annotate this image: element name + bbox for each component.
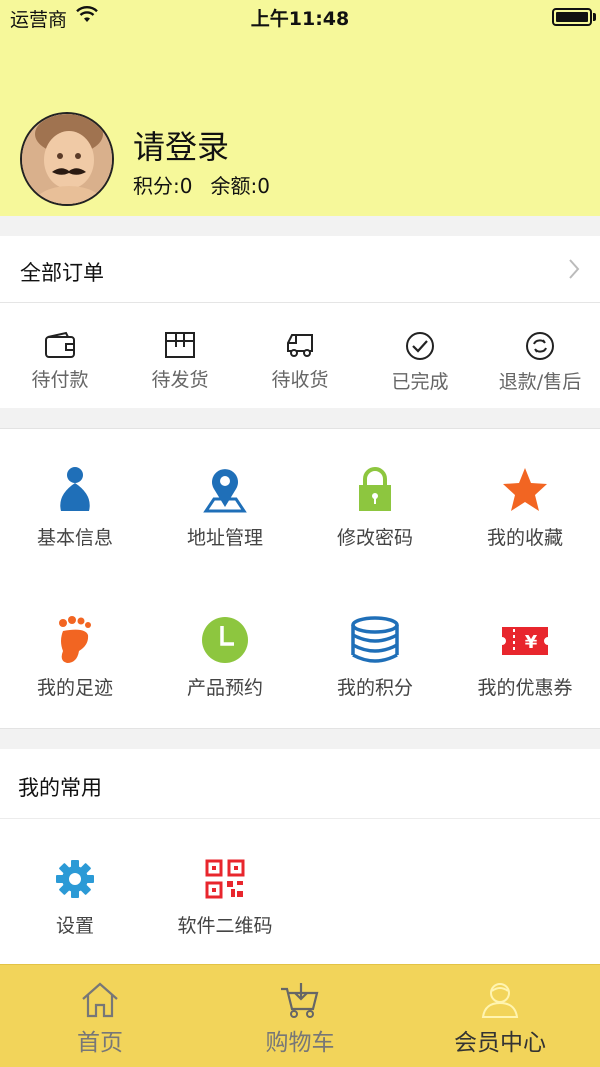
settings-label: 设置 bbox=[55, 915, 94, 937]
footprint-icon bbox=[59, 616, 91, 663]
check-circle-icon bbox=[406, 332, 434, 360]
tab-label: 首页 bbox=[77, 1030, 123, 1056]
common-functions-title: 我的常用 bbox=[18, 776, 102, 800]
cart-icon bbox=[281, 983, 319, 1018]
tool-label: 我的积分 bbox=[336, 677, 413, 699]
order-status-label: 待付款 bbox=[31, 369, 89, 391]
all-orders-row[interactable]: 全部订单 bbox=[0, 236, 600, 303]
common-functions-header: 我的常用 bbox=[0, 749, 600, 819]
tab-cart[interactable]: 购物车 bbox=[200, 981, 400, 1057]
tool-coupons[interactable]: ¥ 我的优惠券 bbox=[450, 615, 600, 725]
truck-icon bbox=[287, 334, 313, 357]
wallet-icon bbox=[45, 331, 75, 358]
chevron-right-icon bbox=[569, 259, 580, 279]
tool-footprints[interactable]: 我的足迹 bbox=[0, 615, 150, 725]
coins-stack-icon bbox=[351, 616, 399, 663]
tool-label: 我的收藏 bbox=[486, 527, 563, 549]
svg-text:¥: ¥ bbox=[525, 632, 538, 653]
order-status-label: 待发货 bbox=[151, 369, 209, 391]
tool-my-points[interactable]: 我的积分 bbox=[300, 615, 450, 725]
points-value: 积分:0 bbox=[133, 174, 193, 198]
battery-icon bbox=[552, 8, 592, 26]
all-orders-label: 全部订单 bbox=[20, 261, 104, 285]
settings-shortcut[interactable]: 设置 bbox=[0, 859, 150, 938]
tab-label: 购物车 bbox=[265, 1030, 335, 1056]
order-pending-payment[interactable]: 待付款 bbox=[0, 331, 120, 391]
member-icon bbox=[481, 983, 519, 1018]
tool-label: 修改密码 bbox=[336, 527, 413, 549]
tab-home[interactable]: 首页 bbox=[0, 981, 200, 1057]
qr-code-icon bbox=[205, 859, 245, 899]
tool-label: 地址管理 bbox=[186, 527, 263, 549]
common-functions-card: 我的常用 设置 软件二维码 bbox=[0, 749, 600, 964]
account-summary: 积分:0 余额:0 bbox=[133, 170, 270, 199]
order-status-label: 退款/售后 bbox=[498, 371, 582, 393]
tool-address-management[interactable]: 地址管理 bbox=[150, 465, 300, 575]
order-status-label: 已完成 bbox=[391, 371, 449, 393]
avatar[interactable] bbox=[20, 112, 114, 206]
tool-favorites[interactable]: 我的收藏 bbox=[450, 465, 600, 575]
tab-member-center[interactable]: 会员中心 bbox=[400, 981, 600, 1057]
app-qr-code-shortcut[interactable]: 软件二维码 bbox=[150, 859, 300, 938]
battery-tip bbox=[593, 13, 596, 21]
location-pin-icon bbox=[203, 469, 247, 513]
avatar-photo bbox=[22, 114, 112, 204]
refund-icon bbox=[526, 332, 554, 360]
tool-label: 产品预约 bbox=[186, 677, 263, 699]
order-completed[interactable]: 已完成 bbox=[360, 331, 480, 393]
tool-basic-info[interactable]: 基本信息 bbox=[0, 465, 150, 575]
tool-label: 基本信息 bbox=[36, 527, 113, 549]
clock-icon bbox=[202, 617, 248, 663]
order-pending-receipt[interactable]: 待收货 bbox=[240, 331, 360, 391]
order-refund[interactable]: 退款/售后 bbox=[480, 331, 600, 393]
qr-code-label: 软件二维码 bbox=[177, 915, 273, 937]
tool-change-password[interactable]: 修改密码 bbox=[300, 465, 450, 575]
star-icon bbox=[503, 468, 547, 511]
order-pending-shipment[interactable]: 待发货 bbox=[120, 331, 240, 391]
balance-value: 余额:0 bbox=[210, 174, 270, 198]
tab-label: 会员中心 bbox=[454, 1030, 546, 1056]
tool-label: 我的优惠券 bbox=[477, 677, 573, 699]
package-icon bbox=[165, 332, 195, 358]
lock-icon bbox=[359, 467, 391, 511]
status-bar: 运营商 上午11:48 bbox=[0, 0, 600, 34]
member-tools-grid: 基本信息 地址管理 修改密码 我的收藏 我的足迹 产品预约 我的积分 ¥ 我的优… bbox=[0, 428, 600, 729]
profile-header: 运营商 上午11:48 请登录 积分:0 余额:0 bbox=[0, 0, 600, 216]
login-prompt[interactable]: 请登录 bbox=[133, 122, 229, 168]
bottom-tab-bar: 首页 购物车 会员中心 bbox=[0, 964, 600, 1067]
tool-product-booking[interactable]: 产品预约 bbox=[150, 615, 300, 725]
order-status-label: 待收货 bbox=[271, 369, 329, 391]
orders-card: 全部订单 待付款 待发货 待收货 已完成 退款/售后 bbox=[0, 236, 600, 408]
home-icon bbox=[82, 982, 118, 1018]
gear-icon bbox=[56, 860, 94, 898]
status-time: 上午11:48 bbox=[250, 8, 350, 30]
tool-label: 我的足迹 bbox=[36, 677, 113, 699]
coupon-icon: ¥ bbox=[502, 627, 548, 655]
person-icon bbox=[60, 467, 90, 511]
